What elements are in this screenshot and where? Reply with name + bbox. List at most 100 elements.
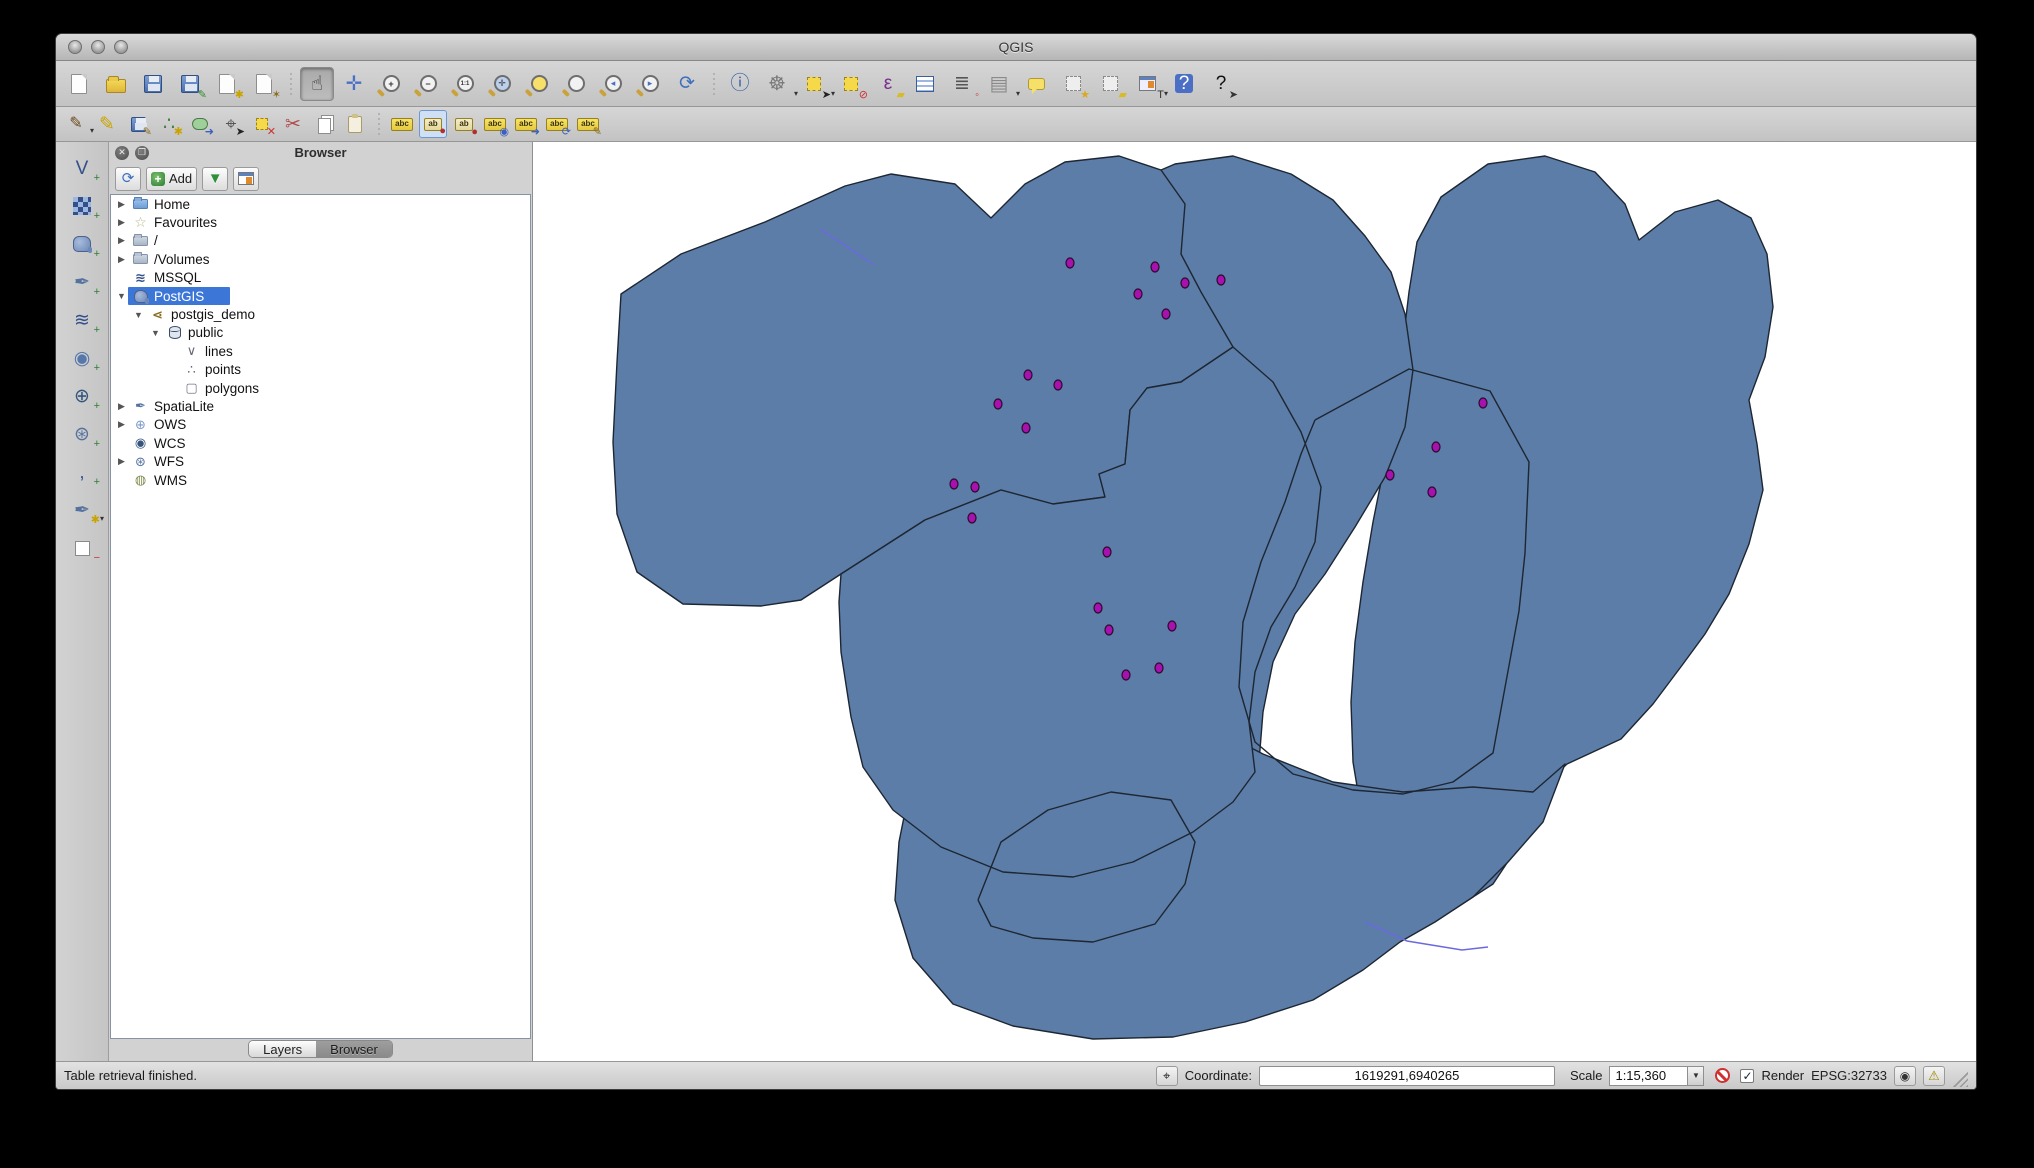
expand-arrow-icon[interactable]: ▶ [115,254,128,265]
tree-item-ows[interactable]: ▶⊕OWS [111,416,530,434]
zoom-out-button[interactable]: − [411,67,445,101]
current-edits-button[interactable]: ✎▾ [62,110,90,138]
add-mssql-layer-button[interactable]: ≋+ [64,304,100,336]
mouse-position-toggle-icon[interactable]: ⌖ [1156,1066,1178,1086]
paste-features-button[interactable] [341,110,369,138]
label-move-button[interactable]: abc➜ [512,110,540,138]
add-raster-layer-button[interactable]: + [64,190,100,222]
crs-status-button[interactable]: ◉ [1894,1066,1916,1086]
tree-item-spatialite[interactable]: ▶✒SpatiaLite [111,397,530,415]
tree-item--volumes[interactable]: ▶/Volumes [111,250,530,268]
close-window-button[interactable] [68,40,82,54]
pan-button[interactable]: ☝ [300,67,334,101]
tab-browser[interactable]: Browser [316,1041,392,1057]
pan-selection-button[interactable]: ✛ [337,67,371,101]
deselect-all-button[interactable]: ⊘ [834,67,868,101]
add-wcs-layer-button[interactable]: ⊕+ [64,380,100,412]
cut-features-button[interactable]: ✂ [279,110,307,138]
add-postgis-layer-button[interactable]: + [64,228,100,260]
add-oracle-layer-button[interactable]: ‚+ [64,456,100,488]
tree-item-lines[interactable]: ▶∨lines [111,342,530,360]
stop-render-button[interactable] [1711,1066,1733,1086]
zoom-in-button[interactable]: + [374,67,408,101]
collapse-arrow-icon[interactable]: ▼ [132,310,145,320]
expand-arrow-icon[interactable]: ▶ [115,401,128,412]
new-bookmark-button[interactable]: ★ [1056,67,1090,101]
zoom-window-button[interactable] [114,40,128,54]
title-bar[interactable]: QGIS [56,34,1976,61]
label-rotate-button[interactable]: abc⟳ [543,110,571,138]
folder-open-button[interactable] [99,67,133,101]
add-vector-layer-button[interactable]: V+ [64,152,100,184]
collapse-arrow-icon[interactable]: ▼ [149,328,162,338]
composer-manager-button[interactable]: ✶ [247,67,281,101]
refresh-browser-button[interactable]: ⟳ [115,167,141,191]
identify-button[interactable]: ⓘ [723,67,757,101]
copy-features-button[interactable] [310,110,338,138]
add-feature-button[interactable]: ∴✱ [155,110,183,138]
label-button[interactable]: abc [388,110,416,138]
properties-widget-button[interactable] [233,167,259,191]
zoom-native-button[interactable]: 1:1 [448,67,482,101]
tree-item-points[interactable]: ▶∴points [111,361,530,379]
tree-item-polygons[interactable]: ▶▢polygons [111,379,530,397]
map-tips-button[interactable] [1019,67,1053,101]
zoom-selection-button[interactable] [522,67,556,101]
expand-arrow-icon[interactable]: ▶ [115,217,128,228]
add-spatialite-layer-button[interactable]: ✒+ [64,266,100,298]
new-shapefile-layer-button[interactable]: ✒✱▾ [64,494,100,526]
whats-this-button[interactable]: ?➤ [1204,67,1238,101]
select-rectangle-button[interactable]: ➤▾ [797,67,831,101]
expand-arrow-icon[interactable]: ▶ [115,456,128,467]
label-properties-button[interactable]: abc✎ [574,110,602,138]
label-pin-button[interactable]: ab● [450,110,478,138]
tree-item-home[interactable]: ▶Home [111,195,530,213]
expand-arrow-icon[interactable]: ▶ [115,199,128,210]
tree-item-postgis[interactable]: ▼PostGIS [111,287,530,305]
label-pin-active-button[interactable]: ab● [419,110,447,138]
refresh-button[interactable]: ⟳ [670,67,704,101]
resize-grip[interactable] [1952,1071,1968,1087]
add-selected-layers-button[interactable]: + Add [146,167,197,191]
map-canvas[interactable] [533,142,1976,1061]
text-annotation-button[interactable]: T▾ [1130,67,1164,101]
new-composer-button[interactable]: ✱ [210,67,244,101]
delete-selected-button[interactable]: ✕ [248,110,276,138]
zoom-next-button[interactable]: ▸ [633,67,667,101]
zoom-last-button[interactable]: ◂ [596,67,630,101]
tree-item-postgis-demo[interactable]: ▼⋖postgis_demo [111,305,530,323]
zoom-layer-button[interactable] [559,67,593,101]
tree-item-public[interactable]: ▼public [111,324,530,342]
tree-item-wfs[interactable]: ▶⊛WFS [111,452,530,470]
coordinate-input[interactable]: 1619291,6940265 [1259,1066,1555,1086]
save-button[interactable] [136,67,170,101]
expand-arrow-icon[interactable]: ▶ [115,419,128,430]
zoom-full-button[interactable]: ✛ [485,67,519,101]
measure-button[interactable]: ▤▾ [982,67,1016,101]
tree-item-favourites[interactable]: ▶☆Favourites [111,213,530,231]
file-new-button[interactable] [62,67,96,101]
show-bookmarks-button[interactable]: ▰ [1093,67,1127,101]
feature-action-button[interactable]: ☸▾ [760,67,794,101]
tree-item-mssql[interactable]: ▶≋MSSQL [111,269,530,287]
log-messages-button[interactable]: ⚠ [1923,1066,1945,1086]
save-as-button[interactable]: ✎ [173,67,207,101]
remove-layer-button[interactable]: − [64,532,100,564]
scale-combo[interactable]: 1:15,360 ▼ [1609,1066,1704,1086]
tab-layers[interactable]: Layers [249,1041,316,1057]
add-wfs-layer-button[interactable]: ⊛+ [64,418,100,450]
select-expression-button[interactable]: ε▰ [871,67,905,101]
tree-item-wcs[interactable]: ▶◉WCS [111,434,530,452]
collapse-arrow-icon[interactable]: ▼ [115,291,128,301]
label-toggle-visibility-button[interactable]: abc◉ [481,110,509,138]
move-feature-button[interactable]: ➜ [186,110,214,138]
node-tool-button[interactable]: ⌖➤ [217,110,245,138]
add-wms-layer-button[interactable]: ◉+ [64,342,100,374]
tree-item--[interactable]: ▶/ [111,232,530,250]
filter-browser-button[interactable]: ▼ [202,167,228,191]
attribute-table-button[interactable] [908,67,942,101]
minimize-window-button[interactable] [91,40,105,54]
help-contents-button[interactable]: ? [1167,67,1201,101]
tree-item-wms[interactable]: ▶◍WMS [111,471,530,489]
statistics-button[interactable]: ≣◦ [945,67,979,101]
